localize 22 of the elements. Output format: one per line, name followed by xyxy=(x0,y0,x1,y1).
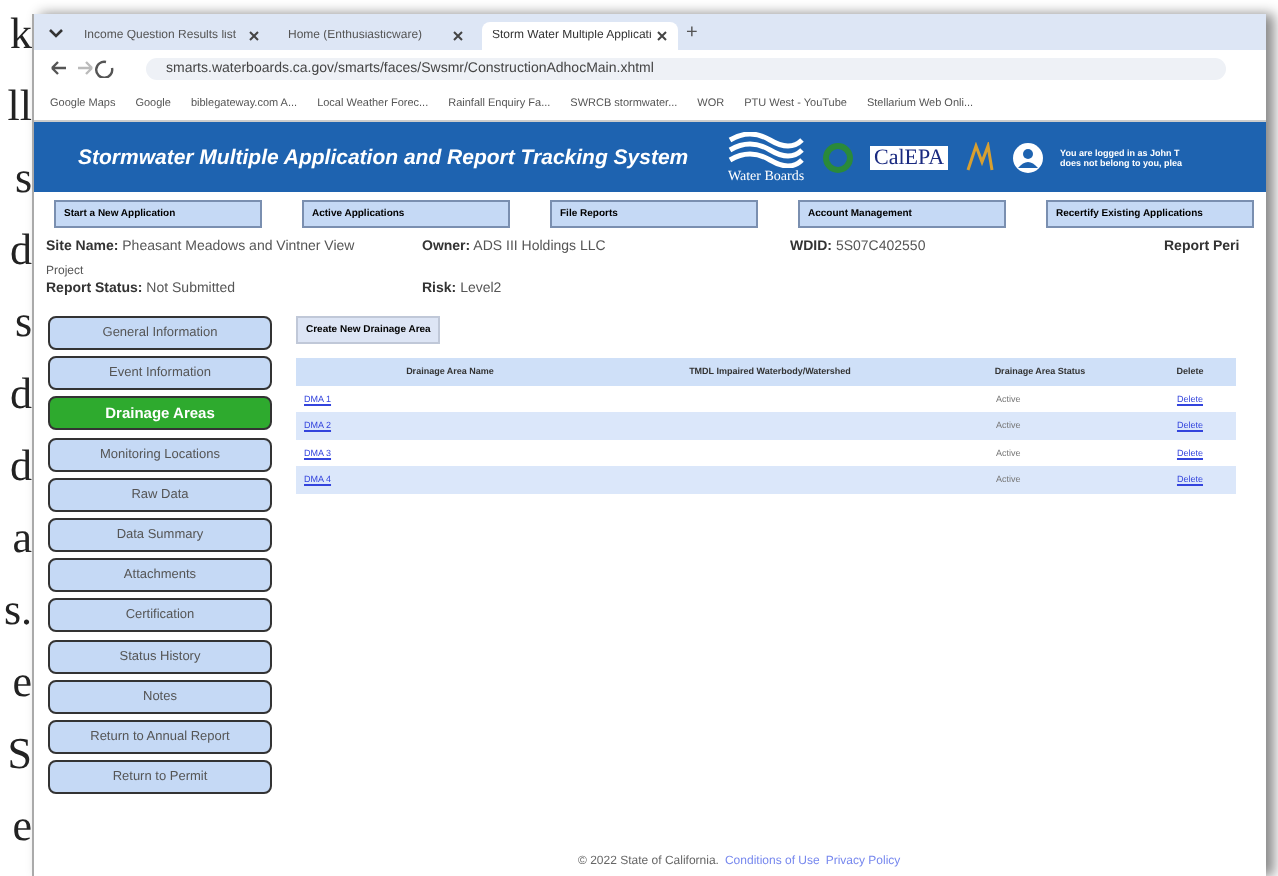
document-text: s. xyxy=(3,584,32,636)
user-icon[interactable] xyxy=(1012,141,1045,173)
document-text: s xyxy=(14,152,32,204)
document-text: S xyxy=(7,728,32,780)
document-text: e xyxy=(12,656,32,708)
waves-icon xyxy=(726,131,806,167)
document-text: d xyxy=(10,440,32,492)
document-text: ll xyxy=(7,80,32,132)
document-text: s xyxy=(14,296,32,348)
document-text: e xyxy=(12,800,32,852)
close-icon[interactable] xyxy=(656,30,668,42)
document-text: k xyxy=(10,8,32,60)
circle-logo-icon xyxy=(822,141,854,173)
close-icon[interactable] xyxy=(452,30,464,42)
app-title: Stormwater Multiple Application and Report Tracking System xyxy=(78,145,691,169)
document-text: d xyxy=(10,368,32,420)
emblem-icon xyxy=(964,141,997,173)
close-icon[interactable] xyxy=(248,30,260,42)
document-text: d xyxy=(10,224,32,276)
logo-text: CalEPA xyxy=(870,145,949,169)
document-text: a xyxy=(12,512,32,564)
new-tab-button[interactable]: + xyxy=(686,21,698,43)
